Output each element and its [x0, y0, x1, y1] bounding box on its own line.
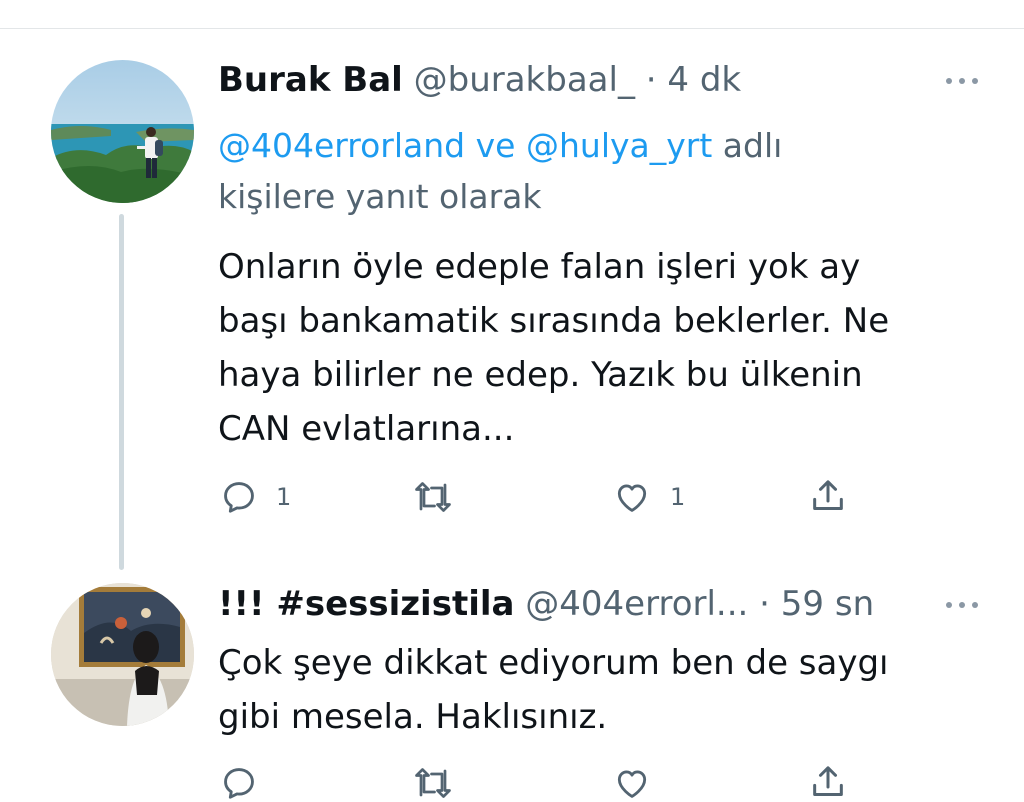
- reply-count: 1: [276, 483, 292, 511]
- tweet-text-line: Onların öyle edeple falan işleri yok ay: [218, 247, 861, 287]
- tweet-header: Burak Bal @burakbaal_ · 4 dk: [218, 60, 741, 100]
- thread-connector-line: [119, 214, 124, 570]
- share-icon: [813, 480, 843, 510]
- tweet-text: Onların öyle edeple falan işleri yok ay …: [218, 240, 988, 456]
- separator-dot: ·: [645, 60, 657, 100]
- like-button[interactable]: 1: [612, 478, 685, 516]
- retweet-button[interactable]: [412, 478, 454, 516]
- share-icon: [813, 766, 843, 796]
- user-handle[interactable]: @burakbaal_: [414, 60, 635, 100]
- like-icon: [617, 770, 647, 798]
- replying-to: @404errorland ve @hulya_yrt adlı kişiler…: [218, 120, 978, 222]
- retweet-button[interactable]: [412, 764, 454, 802]
- retweet-icon: [415, 482, 451, 512]
- share-button[interactable]: [808, 762, 848, 802]
- tweet-text-line: CAN evlatlarına...: [218, 409, 515, 449]
- display-name[interactable]: Burak Bal: [218, 60, 403, 100]
- more-icon[interactable]: [944, 70, 984, 90]
- share-button[interactable]: [808, 476, 848, 516]
- retweet-icon: [415, 768, 451, 798]
- top-divider: [0, 28, 1024, 29]
- user-handle[interactable]: @404errorl...: [525, 584, 748, 624]
- separator-dot: ·: [759, 584, 770, 624]
- replying-to-label: kişilere yanıt olarak: [218, 177, 542, 216]
- reply-icon: [224, 482, 254, 513]
- like-icon: [617, 484, 647, 512]
- avatar-burak[interactable]: [51, 60, 194, 203]
- mention-link[interactable]: @hulya_yrt: [526, 126, 712, 165]
- tweet-text: Çok şeye dikkat ediyorum ben de saygı gi…: [218, 636, 988, 744]
- like-count: 1: [670, 483, 686, 511]
- tweet-time[interactable]: 59 sn: [781, 584, 874, 624]
- mention-joiner[interactable]: ve: [476, 126, 516, 165]
- tweet-time[interactable]: 4 dk: [667, 60, 741, 100]
- tweet-text-line: haya bilirler ne edep. Yazık bu ülkenin: [218, 355, 863, 395]
- tweet-header: !!! #sessizistila @404errorl... · 59 sn: [218, 584, 874, 624]
- tweet-text-line: Çok şeye dikkat ediyorum ben de saygı: [218, 643, 889, 683]
- tweet-text-line: gibi mesela. Haklısınız.: [218, 697, 608, 737]
- reply-icon: [224, 768, 254, 799]
- avatar-sessizistila[interactable]: [51, 583, 194, 726]
- avatar-image: [51, 60, 194, 203]
- reply-button[interactable]: 1: [220, 478, 291, 516]
- more-icon[interactable]: [944, 594, 984, 614]
- replying-to-suffix: adlı: [722, 126, 783, 165]
- like-button[interactable]: [612, 764, 652, 802]
- tweet-text-line: başı bankamatik sırasında beklerler. Ne: [218, 301, 890, 341]
- display-name[interactable]: !!! #sessizistila: [218, 584, 514, 624]
- avatar-image: [51, 583, 194, 726]
- reply-button[interactable]: [220, 764, 258, 802]
- mention-link[interactable]: @404errorland: [218, 126, 465, 165]
